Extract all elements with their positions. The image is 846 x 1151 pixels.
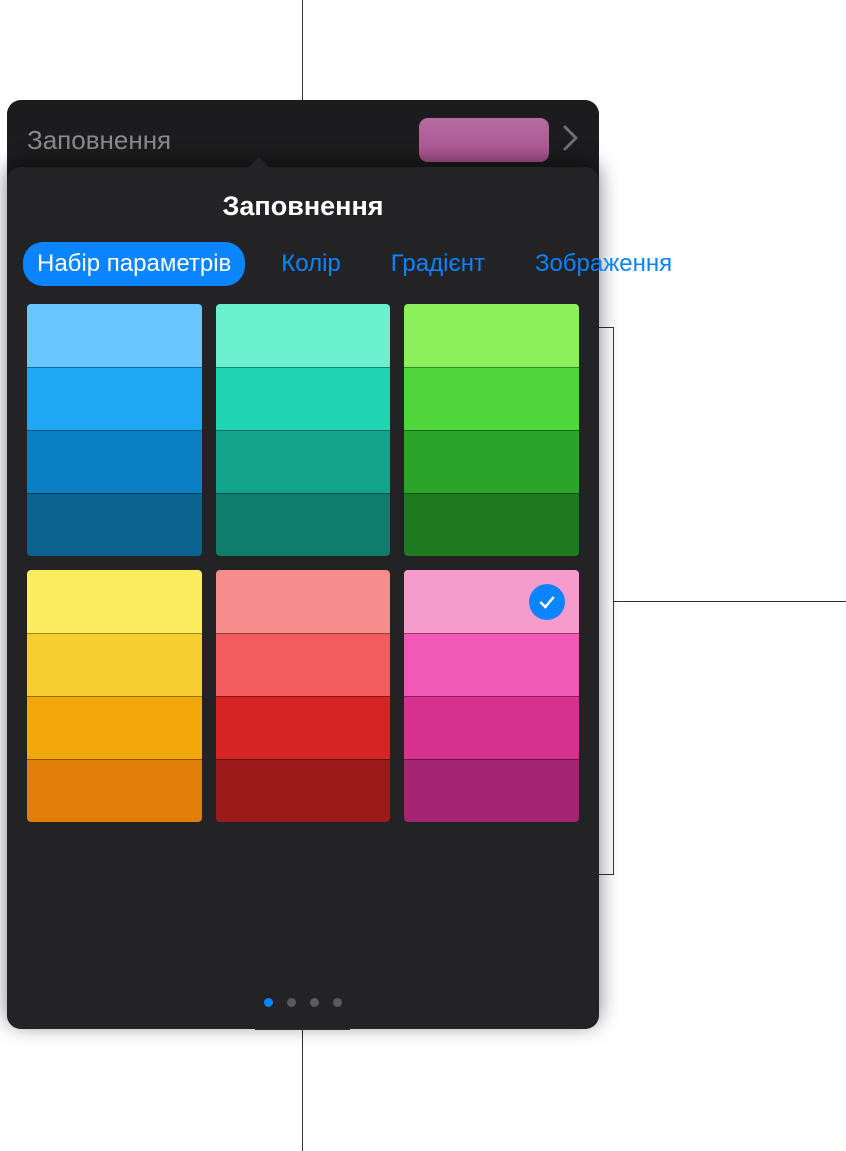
callout-line-bottom (302, 1030, 303, 1151)
color-swatch[interactable] (27, 570, 202, 633)
chevron-right-icon (563, 125, 579, 156)
color-swatch[interactable] (404, 759, 579, 822)
color-swatch[interactable] (27, 304, 202, 367)
page-dot[interactable] (287, 998, 296, 1007)
color-swatch[interactable] (216, 367, 391, 430)
swatch-group (27, 304, 202, 556)
callout-line-right (614, 601, 846, 602)
fill-color-preview[interactable] (419, 118, 549, 162)
fill-tabs: Набір параметрівКолірГрадієнтЗображення (7, 242, 599, 304)
color-swatch[interactable] (27, 633, 202, 696)
swatch-group (216, 570, 391, 822)
swatch-grid (7, 304, 599, 822)
color-swatch[interactable] (27, 367, 202, 430)
page-dots[interactable] (7, 998, 599, 1007)
color-swatch[interactable] (216, 759, 391, 822)
color-swatch[interactable] (216, 633, 391, 696)
tab-preset[interactable]: Набір параметрів (23, 242, 245, 286)
tab-image[interactable]: Зображення (521, 242, 686, 286)
color-swatch[interactable] (404, 633, 579, 696)
color-swatch[interactable] (216, 430, 391, 493)
fill-header-label: Заповнення (27, 125, 405, 156)
page-dot[interactable] (333, 998, 342, 1007)
color-swatch[interactable] (216, 304, 391, 367)
color-swatch[interactable] (404, 696, 579, 759)
fill-popover: Заповнення Набір параметрів Колір Градієнт… (7, 167, 599, 1029)
color-swatch[interactable] (27, 430, 202, 493)
popover-title: Заповнення (7, 167, 599, 242)
color-swatch[interactable] (404, 304, 579, 367)
color-swatch[interactable] (404, 430, 579, 493)
tab-color[interactable]: Колір (267, 242, 354, 286)
color-swatch[interactable] (216, 493, 391, 556)
swatch-group (404, 570, 579, 822)
checkmark-icon (529, 584, 565, 620)
color-swatch[interactable] (404, 367, 579, 430)
color-swatch[interactable] (404, 493, 579, 556)
color-swatch[interactable] (27, 696, 202, 759)
page-dot[interactable] (264, 998, 273, 1007)
swatch-group (404, 304, 579, 556)
color-swatch[interactable] (216, 696, 391, 759)
swatch-group (216, 304, 391, 556)
color-swatch[interactable] (27, 493, 202, 556)
tab-gradient[interactable]: Градієнт (377, 242, 499, 286)
swatch-group (27, 570, 202, 822)
color-swatch[interactable] (27, 759, 202, 822)
page-dot[interactable] (310, 998, 319, 1007)
color-swatch[interactable] (216, 570, 391, 633)
